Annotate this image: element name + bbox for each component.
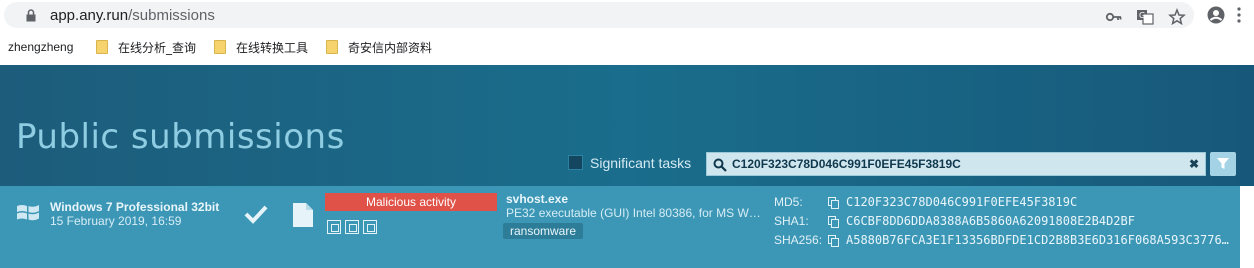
bookmark-label: 奇安信内部资料: [348, 40, 433, 55]
windows-icon: [17, 205, 39, 221]
hash-md5: MD5: C120F323C78D046C991F0EFE45F3819C: [774, 195, 1234, 211]
key-icon[interactable]: [1105, 8, 1123, 26]
bookmark-label: 在线转换工具: [236, 40, 309, 55]
bookmark-user[interactable]: zhengzheng: [8, 40, 73, 54]
hash-value: A5880B76FCA3E1F13356BDFDE1CD2B8B3E6D316F…: [846, 233, 1229, 247]
lock-icon: [26, 9, 36, 22]
bookmark-folder-1[interactable]: 在线分析_查询: [96, 38, 196, 56]
hash-label: MD5:: [774, 195, 803, 209]
task-row[interactable]: Windows 7 Professional 32bit 15 February…: [0, 186, 1240, 268]
url-host: app.any.run: [50, 7, 129, 24]
search-value: C120F323C78D046C991F0EFE45F3819C: [732, 157, 961, 171]
url-path: /submissions: [128, 7, 215, 24]
menu-icon[interactable]: [1236, 6, 1242, 24]
bookmarks-bar: zhengzheng 在线分析_查询 在线转换工具 奇安信内部资料: [0, 36, 1254, 60]
significant-tasks-checkbox[interactable]: [568, 155, 583, 170]
search-icon: [713, 158, 727, 172]
hash-sha1: SHA1: C6CBF8DD6DDA8388A6B5860A62091808E2…: [774, 214, 1234, 230]
os-name: Windows 7 Professional 32bit: [50, 200, 220, 214]
translate-icon[interactable]: G: [1136, 8, 1154, 26]
hash-sha256: SHA256: A5880B76FCA3E1F13356BDFDE1CD2B8B…: [774, 233, 1234, 249]
star-icon[interactable]: [1168, 8, 1186, 26]
significant-tasks-label[interactable]: Significant tasks: [590, 155, 691, 171]
svg-text:G: G: [1139, 11, 1145, 20]
account-icon[interactable]: [1207, 6, 1225, 24]
behavior-icons: [327, 220, 377, 236]
tag-badge[interactable]: ransomware: [503, 223, 584, 239]
screen-icon: [363, 220, 377, 234]
hash-value: C120F323C78D046C991F0EFE45F3819C: [846, 195, 1078, 209]
clear-icon[interactable]: ✖: [1189, 157, 1199, 171]
folder-icon: [326, 40, 338, 54]
network-icon: [327, 220, 341, 234]
file-name: svhost.exe: [506, 192, 569, 206]
copy-icon[interactable]: [828, 197, 839, 209]
hash-label: SHA1:: [774, 214, 809, 228]
file-icon: [293, 203, 313, 227]
browser-chrome: app.any.run/submissions G zhengzheng 在线分…: [0, 0, 1254, 65]
filter-icon: [1217, 158, 1229, 169]
hash-label: SHA256:: [774, 233, 823, 247]
bookmark-folder-3[interactable]: 奇安信内部资料: [326, 38, 432, 56]
task-date: 15 February 2019, 16:59: [50, 214, 182, 228]
copy-icon[interactable]: [828, 235, 839, 247]
search-input[interactable]: C120F323C78D046C991F0EFE45F3819C ✖: [706, 152, 1206, 176]
check-icon: [244, 205, 268, 224]
bookmark-label: 在线分析_查询: [118, 40, 197, 55]
filter-button[interactable]: [1210, 152, 1236, 176]
file-description: PE32 executable (GUI) Intel 80386, for M…: [506, 206, 761, 220]
folder-icon: [214, 40, 226, 54]
verdict-badge: Malicious activity: [325, 193, 497, 211]
submissions-page: Public submissions Significant tasks C12…: [0, 65, 1254, 268]
bookmark-folder-2[interactable]: 在线转换工具: [214, 38, 308, 56]
copy-icon[interactable]: [828, 216, 839, 228]
url-text[interactable]: app.any.run/submissions: [50, 7, 215, 24]
page-title: Public submissions: [16, 117, 345, 157]
hash-value: C6CBF8DD6DDA8388A6B5860A62091808E2B4D2BF: [846, 214, 1135, 228]
folder-icon: [96, 40, 108, 54]
address-bar[interactable]: app.any.run/submissions G: [4, 2, 1194, 28]
process-icon: [345, 220, 359, 234]
scrollbar[interactable]: [1240, 186, 1254, 268]
